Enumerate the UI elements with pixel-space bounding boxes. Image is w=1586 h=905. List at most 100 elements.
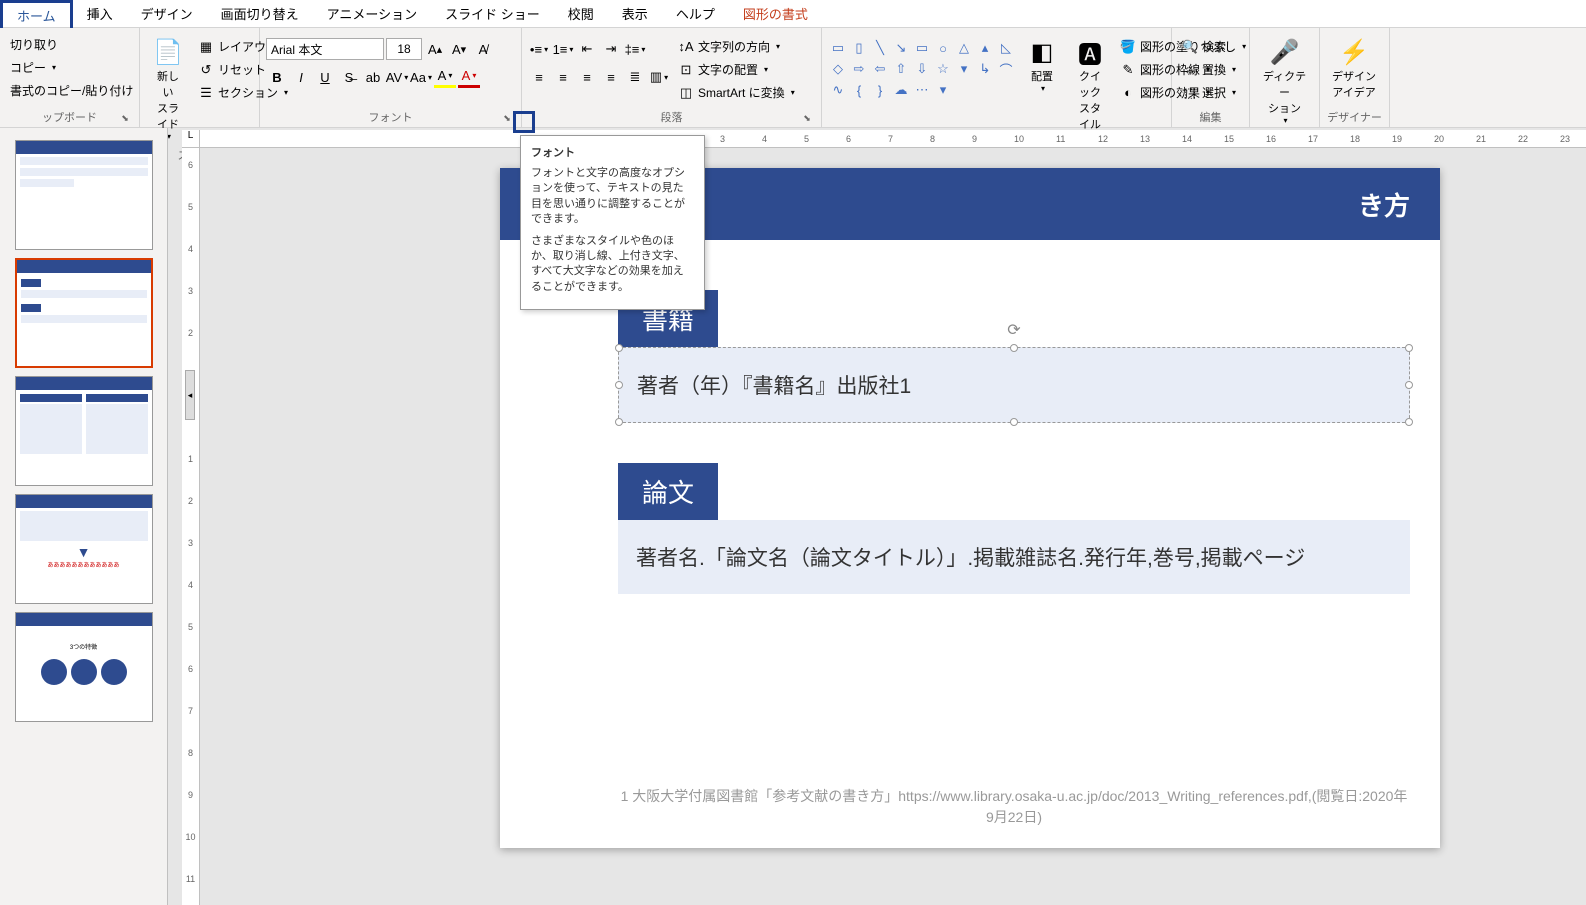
shape-vtextbox-icon[interactable]: ▯ (849, 38, 869, 58)
font-launcher-icon[interactable]: ⬊ (501, 113, 513, 125)
slide-thumbnail[interactable]: ▼ ああああああああああああ (15, 494, 153, 604)
shape-callout-icon[interactable]: ☁ (891, 80, 911, 100)
slide-thumbnail[interactable] (15, 258, 153, 368)
align-right-icon[interactable]: ≡ (576, 66, 598, 88)
bullets-icon[interactable]: •≡▾ (528, 38, 550, 60)
replace-button[interactable]: ↔置換▾ (1178, 59, 1240, 80)
ribbon-group-clipboard: 切り取り コピー ▾ 書式のコピー/貼り付け ップボード⬊ (0, 28, 140, 127)
new-slide-icon: 📄 (152, 36, 184, 68)
shape-arrow-r-icon[interactable]: ⇨ (849, 59, 869, 79)
horizontal-ruler: 34567891011121314151617181920212223 (200, 130, 1586, 148)
clear-format-icon[interactable]: A̸ (472, 38, 494, 60)
tab-slideshow[interactable]: スライド ショー (431, 0, 554, 28)
shape-brace-l-icon[interactable]: { (849, 80, 869, 100)
slide-editor: き方 書籍 ⟳ 著者（年）『書籍名』出版社1 論文 著者名.「論文名（論文タイト… (200, 148, 1586, 905)
bold-icon[interactable]: B (266, 66, 288, 88)
quickstyle-button[interactable]: 🅰 クイック スタイル▾ (1068, 32, 1112, 145)
tab-help[interactable]: ヘルプ (662, 0, 729, 28)
shape-oval-icon[interactable]: ○ (933, 38, 953, 58)
increase-font-icon[interactable]: A▴ (424, 38, 446, 60)
line-spacing-icon[interactable]: ‡≡▾ (624, 38, 646, 60)
smartart-button[interactable]: ◫SmartArt に変換▾ (674, 82, 799, 103)
tab-insert[interactable]: 挿入 (73, 0, 127, 28)
shape-curve-icon[interactable]: ⌒ (996, 59, 1016, 79)
font-color-icon[interactable]: A▾ (458, 66, 480, 88)
book-text-box[interactable]: ⟳ 著者（年）『書籍名』出版社1 (618, 347, 1410, 423)
distribute-icon[interactable]: ≣ (624, 66, 646, 88)
paper-text-box[interactable]: 著者名.「論文名（論文タイトル）」.掲載雑誌名.発行年,巻号,掲載ページ (618, 520, 1410, 594)
text-direction-icon: ↕A (678, 39, 694, 55)
book-text[interactable]: 著者（年）『書籍名』出版社1 (637, 375, 911, 398)
justify-icon[interactable]: ≡ (600, 66, 622, 88)
align-center-icon[interactable]: ≡ (552, 66, 574, 88)
slide-thumbnail[interactable] (15, 140, 153, 250)
select-button[interactable]: ⬚選択▾ (1178, 82, 1240, 103)
shape-right-triangle-icon[interactable]: ◺ (996, 38, 1016, 58)
reset-icon: ↺ (198, 62, 214, 78)
shape-triangle-icon[interactable]: △ (954, 38, 974, 58)
shape-star-icon[interactable]: ☆ (933, 59, 953, 79)
tab-home[interactable]: ホーム (0, 0, 73, 28)
underline-icon[interactable]: U (314, 66, 336, 88)
copy-button[interactable]: コピー ▾ (6, 57, 137, 78)
shape-nav-dn-icon[interactable]: ▾ (954, 59, 974, 79)
shadow-icon[interactable]: ab (362, 66, 384, 88)
char-spacing-icon[interactable]: AV▾ (386, 66, 408, 88)
arrange-button[interactable]: ◧ 配置▾ (1020, 32, 1064, 97)
slide-thumbnail[interactable] (15, 376, 153, 486)
shape-nav-up-icon[interactable]: ▴ (975, 38, 995, 58)
vertical-ruler: 6543210123456789101112 (182, 148, 200, 905)
find-button[interactable]: 🔍検索 (1178, 36, 1240, 57)
shape-textbox-icon[interactable]: ▭ (828, 38, 848, 58)
paragraph-launcher-icon[interactable]: ⬊ (801, 113, 813, 125)
numbering-icon[interactable]: 1≡▾ (552, 38, 574, 60)
shape-line-icon[interactable]: ╲ (870, 38, 890, 58)
select-icon: ⬚ (1182, 85, 1198, 101)
shape-brace-r-icon[interactable]: } (870, 80, 890, 100)
tab-animations[interactable]: アニメーション (313, 0, 431, 28)
tab-shape-format[interactable]: 図形の書式 (729, 0, 822, 28)
tab-transitions[interactable]: 画面切り替え (207, 0, 313, 28)
columns-icon[interactable]: ▥▾ (648, 66, 670, 88)
panel-collapse-button[interactable]: ◂ (185, 370, 195, 420)
clipboard-launcher-icon[interactable]: ⬊ (119, 113, 131, 125)
shape-diamond-icon[interactable]: ◇ (828, 59, 848, 79)
ribbon-group-voice: 🎤 ディクテー ション▾ 音声 (1250, 28, 1320, 127)
footnote-text[interactable]: 1 大阪大学付属図書館「参考文献の書き方」https://www.library… (618, 786, 1410, 828)
shape-connector-icon[interactable]: ↳ (975, 59, 995, 79)
paper-text[interactable]: 著者名.「論文名（論文タイトル）」.掲載雑誌名.発行年,巻号,掲載ページ (636, 547, 1305, 570)
arrange-icon: ◧ (1026, 36, 1058, 68)
change-case-icon[interactable]: Aa▾ (410, 66, 432, 88)
design-ideas-button[interactable]: ⚡ デザイン アイデア (1326, 32, 1382, 104)
align-left-icon[interactable]: ≡ (528, 66, 550, 88)
text-align-button[interactable]: ⊡文字の配置▾ (674, 59, 799, 80)
section-icon: ☰ (198, 85, 214, 101)
shape-more-icon[interactable]: ⋯ (912, 80, 932, 100)
dictation-button[interactable]: 🎤 ディクテー ション▾ (1256, 32, 1313, 129)
highlight-icon[interactable]: A▾ (434, 66, 456, 88)
decrease-indent-icon[interactable]: ⇤ (576, 38, 598, 60)
increase-indent-icon[interactable]: ⇥ (600, 38, 622, 60)
cut-button[interactable]: 切り取り (6, 34, 137, 55)
tab-review[interactable]: 校閲 (554, 0, 608, 28)
shape-arrow-d-icon[interactable]: ⇩ (912, 59, 932, 79)
decrease-font-icon[interactable]: A▾ (448, 38, 470, 60)
text-direction-button[interactable]: ↕A文字列の方向▾ (674, 36, 799, 57)
tab-view[interactable]: 表示 (608, 0, 662, 28)
shape-gallery[interactable]: ▭ ▯ ╲ ↘ ▭ ○ △ ▴ ◺ ◇ ⇨ ⇦ ⇧ ⇩ ☆ ▾ ↳ ⌒ ∿ { (828, 38, 1016, 100)
font-name-select[interactable] (266, 38, 384, 60)
rotate-handle-icon[interactable]: ⟳ (1007, 320, 1020, 340)
tab-design[interactable]: デザイン (127, 0, 207, 28)
font-size-select[interactable] (386, 38, 422, 60)
shape-expand-icon[interactable]: ▾ (933, 80, 953, 100)
slide-thumbnail[interactable]: 3つの特徴 (15, 612, 153, 722)
section-paper-label[interactable]: 論文 (618, 463, 718, 520)
italic-icon[interactable]: I (290, 66, 312, 88)
shape-arrow-icon[interactable]: ↘ (891, 38, 911, 58)
strikethrough-icon[interactable]: S̶ (338, 66, 360, 88)
format-painter-button[interactable]: 書式のコピー/貼り付け (6, 80, 137, 101)
shape-rect-icon[interactable]: ▭ (912, 38, 932, 58)
shape-arrow-u-icon[interactable]: ⇧ (891, 59, 911, 79)
shape-arrow-l-icon[interactable]: ⇦ (870, 59, 890, 79)
shape-freeform-icon[interactable]: ∿ (828, 80, 848, 100)
